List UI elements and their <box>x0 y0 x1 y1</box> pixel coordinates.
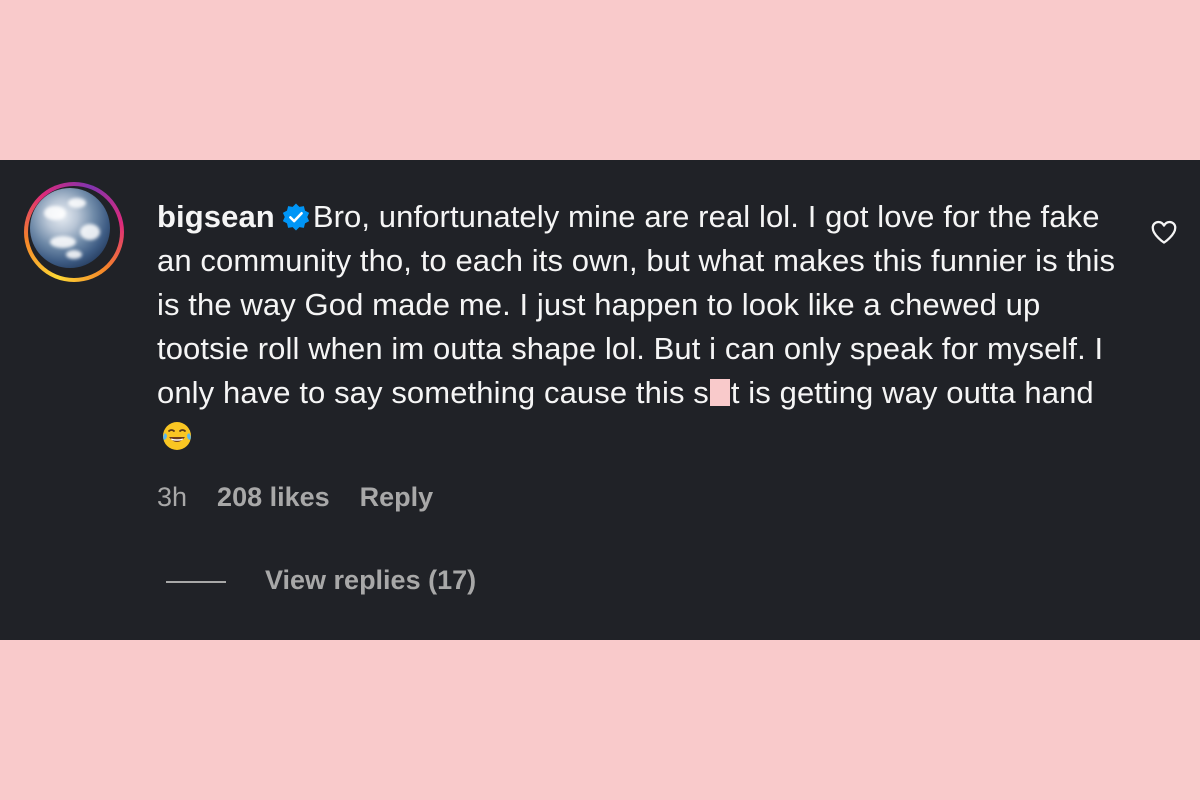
avatar-story-ring[interactable] <box>24 182 124 282</box>
reply-button[interactable]: Reply <box>360 482 434 513</box>
likes-count[interactable]: 208 likes <box>217 482 330 513</box>
comment-body-end: t is getting way outta hand <box>730 375 1094 410</box>
comment-time: 3h <box>157 481 188 512</box>
laughing-crying-emoji-icon <box>163 422 191 450</box>
username[interactable]: bigsean <box>157 199 275 234</box>
censor-block <box>709 379 730 406</box>
view-replies-button[interactable]: View replies (17) <box>265 565 476 596</box>
comment-meta: 3h 208 likes Reply <box>157 480 433 514</box>
verified-badge-icon <box>282 203 309 231</box>
avatar <box>30 188 110 268</box>
like-heart-icon[interactable] <box>1149 217 1179 247</box>
replies-divider <box>166 581 226 583</box>
comment-text: bigsean Bro, unfortunately mine are real… <box>157 195 1117 459</box>
